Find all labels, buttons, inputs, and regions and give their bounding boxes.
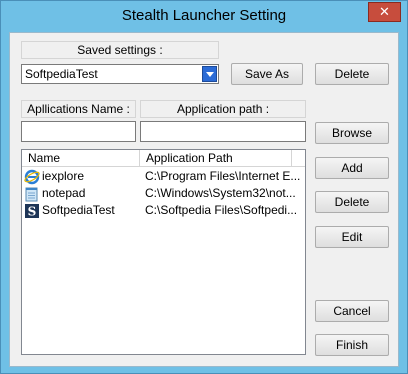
column-header-application-path[interactable]: Application Path xyxy=(140,150,292,167)
app-window: Stealth Launcher Setting ✕ Saved setting… xyxy=(0,0,408,374)
saved-settings-value: SoftpediaTest xyxy=(25,67,98,81)
delete-saved-button[interactable]: Delete xyxy=(315,63,389,85)
svg-text:S: S xyxy=(28,205,37,219)
internet-explorer-icon xyxy=(24,169,40,185)
save-as-button[interactable]: Save As xyxy=(231,63,303,85)
finish-button[interactable]: Finish xyxy=(315,334,389,356)
item-name: iexplore xyxy=(42,169,85,183)
column-header-name[interactable]: Name xyxy=(22,150,140,167)
application-name-label: Apllications Name : xyxy=(21,100,136,118)
title-bar[interactable]: Stealth Launcher Setting ✕ xyxy=(1,1,407,31)
chevron-down-icon[interactable] xyxy=(202,66,217,82)
application-name-input[interactable] xyxy=(21,121,136,142)
add-button[interactable]: Add xyxy=(315,157,389,179)
delete-button[interactable]: Delete xyxy=(315,191,389,213)
notepad-icon xyxy=(24,186,40,202)
application-path-input[interactable] xyxy=(140,121,306,142)
item-name: SoftpediaTest xyxy=(42,203,115,217)
cancel-button[interactable]: Cancel xyxy=(315,300,389,322)
applications-list[interactable]: Name Application Path iexplore C:\Progra… xyxy=(21,149,306,355)
application-path-label: Application path : xyxy=(140,100,306,118)
browse-button[interactable]: Browse xyxy=(315,122,389,144)
window-title: Stealth Launcher Setting xyxy=(121,7,287,24)
softpedia-icon: S xyxy=(24,203,40,219)
client-area: Saved settings : SoftpediaTest Save As D… xyxy=(9,32,399,367)
list-item[interactable]: notepad C:\Windows\System32\not... xyxy=(22,185,305,202)
list-item[interactable]: iexplore C:\Program Files\Internet E... xyxy=(22,168,305,185)
list-item[interactable]: S SoftpediaTest C:\Softpedia Files\Softp… xyxy=(22,202,305,219)
saved-settings-label: Saved settings : xyxy=(21,41,219,59)
edit-button[interactable]: Edit xyxy=(315,226,389,248)
close-icon: ✕ xyxy=(379,4,390,19)
saved-settings-combobox[interactable]: SoftpediaTest xyxy=(21,64,219,84)
item-path: C:\Program Files\Internet E... xyxy=(145,169,301,183)
close-button[interactable]: ✕ xyxy=(368,2,401,22)
item-path: C:\Softpedia Files\Softpedi... xyxy=(145,203,298,217)
item-name: notepad xyxy=(42,186,86,200)
list-header: Name Application Path xyxy=(22,150,305,167)
item-path: C:\Windows\System32\not... xyxy=(145,186,296,200)
